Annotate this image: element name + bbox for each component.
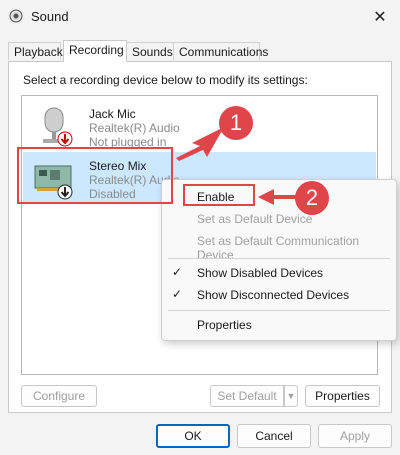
device-driver: Realtek(R) Audio: [89, 121, 180, 135]
close-button[interactable]: ✕: [360, 0, 400, 34]
step-badge-2: 2: [295, 181, 329, 215]
menu-item-show-disabled[interactable]: ✓ Show Disabled Devices: [162, 262, 396, 284]
title-bar: Sound ✕: [0, 0, 400, 34]
device-item-jack-mic[interactable]: Jack Mic Realtek(R) Audio Not plugged in: [23, 100, 376, 152]
menu-item-set-default-communication[interactable]: Set as Default Communication Device: [162, 230, 396, 262]
set-default-button[interactable]: Set Default: [210, 385, 284, 407]
checkmark-icon: ✓: [172, 265, 183, 279]
ok-button[interactable]: OK: [156, 424, 230, 448]
highlight-box-enable: [183, 184, 255, 206]
instruction-text: Select a recording device below to modif…: [23, 73, 308, 87]
menu-item-set-default-device[interactable]: Set as Default Device: [162, 208, 396, 230]
device-name: Jack Mic: [89, 107, 136, 121]
menu-item-label: Properties: [197, 318, 252, 332]
window-title: Sound: [31, 9, 69, 24]
cancel-button[interactable]: Cancel: [237, 424, 311, 448]
tab-communications[interactable]: Communications: [173, 42, 268, 60]
menu-separator: [168, 258, 390, 259]
properties-button[interactable]: Properties: [305, 385, 380, 407]
tab-playback[interactable]: Playback: [8, 42, 63, 60]
tab-recording[interactable]: Recording: [63, 40, 127, 62]
microphone-icon: [43, 107, 73, 147]
apply-button[interactable]: Apply: [318, 424, 392, 448]
menu-item-properties[interactable]: Properties: [162, 314, 396, 336]
menu-item-label: Set as Default Device: [197, 212, 313, 226]
checkmark-icon: ✓: [172, 287, 183, 301]
step-badge-1: 1: [219, 106, 253, 140]
menu-item-label: Show Disabled Devices: [197, 266, 324, 280]
set-default-dropdown-arrow[interactable]: ▼: [284, 385, 298, 407]
menu-item-show-disconnected[interactable]: ✓ Show Disconnected Devices: [162, 284, 396, 306]
tab-sounds[interactable]: Sounds: [126, 42, 174, 60]
configure-button[interactable]: Configure: [21, 385, 97, 407]
highlight-box-stereo-mix: [17, 147, 173, 204]
menu-separator: [168, 310, 390, 311]
speaker-icon: [9, 9, 23, 23]
menu-item-label: Show Disconnected Devices: [197, 288, 350, 302]
